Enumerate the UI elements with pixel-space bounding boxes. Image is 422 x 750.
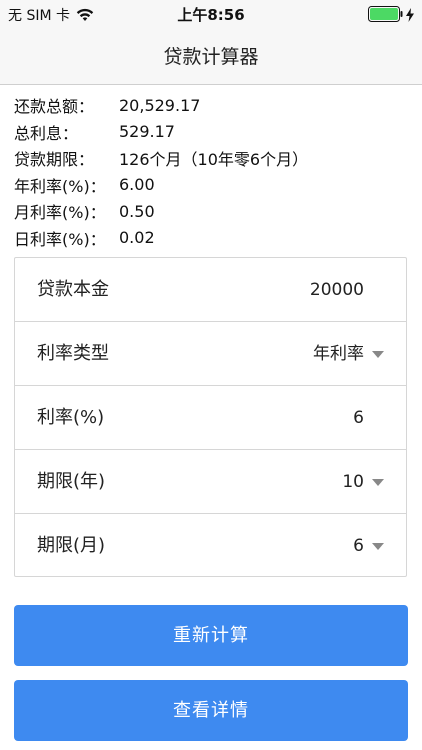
rate-type-select[interactable]: 年利率 [313,322,364,386]
rate-label: 利率(%) [37,407,105,428]
summary-row-total-interest: 总利息： 529.17 [14,119,414,146]
principal-label: 贷款本金 [37,279,109,300]
principal-row[interactable]: 贷款本金 20000 [15,258,406,322]
term-value: 126个月（10年零6个月） [119,150,309,170]
monthly-rate-value: 0.50 [119,201,155,221]
status-time: 上午8:56 [177,6,245,24]
daily-rate-label: 日利率(%)： [14,229,106,249]
total-repay-value: 20,529.17 [119,95,201,115]
charging-bolt-icon [406,7,414,26]
summary-row-annual-rate: 年利率(%)： 6.00 [14,172,414,199]
annual-rate-value: 6.00 [119,175,155,195]
result-summary: 还款总额： 20,529.17 总利息： 529.17 贷款期限： 126个月（… [14,92,414,251]
rate-type-row[interactable]: 利率类型 年利率 [15,322,406,386]
status-right [368,6,414,26]
months-row[interactable]: 期限(月) 6 [15,514,406,578]
summary-row-term: 贷款期限： 126个月（10年零6个月） [14,145,414,172]
rate-type-label: 利率类型 [37,343,109,364]
months-select[interactable]: 6 [353,514,364,578]
battery-full-icon [368,6,404,26]
chevron-down-icon[interactable] [372,543,384,550]
recalculate-button[interactable]: 重新计算 [14,605,408,666]
years-select[interactable]: 10 [342,450,364,514]
summary-row-total-repay: 还款总额： 20,529.17 [14,92,414,119]
years-label: 期限(年) [37,471,106,492]
total-interest-value: 529.17 [119,122,175,142]
rate-input[interactable]: 6 [353,386,364,450]
chevron-down-icon[interactable] [372,479,384,486]
page-title: 贷款计算器 [163,46,259,68]
chevron-down-icon[interactable] [372,351,384,358]
principal-input[interactable]: 20000 [310,258,364,322]
summary-row-monthly-rate: 月利率(%)： 0.50 [14,198,414,225]
annual-rate-label: 年利率(%)： [14,176,106,196]
rate-row[interactable]: 利率(%) 6 [15,386,406,450]
loan-form: 贷款本金 20000 利率类型 年利率 利率(%) 6 期限(年) 10 期限(… [14,257,407,577]
summary-row-daily-rate: 日利率(%)： 0.02 [14,225,414,252]
nav-bar: 贷款计算器 [0,28,422,85]
status-bar: 无 SIM 卡 上午8:56 [0,0,422,28]
total-interest-label: 总利息： [14,123,79,143]
months-label: 期限(月) [37,535,106,556]
daily-rate-value: 0.02 [119,228,155,248]
view-details-button[interactable]: 查看详情 [14,680,408,741]
term-label: 贷款期限： [14,150,95,170]
monthly-rate-label: 月利率(%)： [14,203,106,223]
years-row[interactable]: 期限(年) 10 [15,450,406,514]
total-repay-label: 还款总额： [14,97,95,117]
